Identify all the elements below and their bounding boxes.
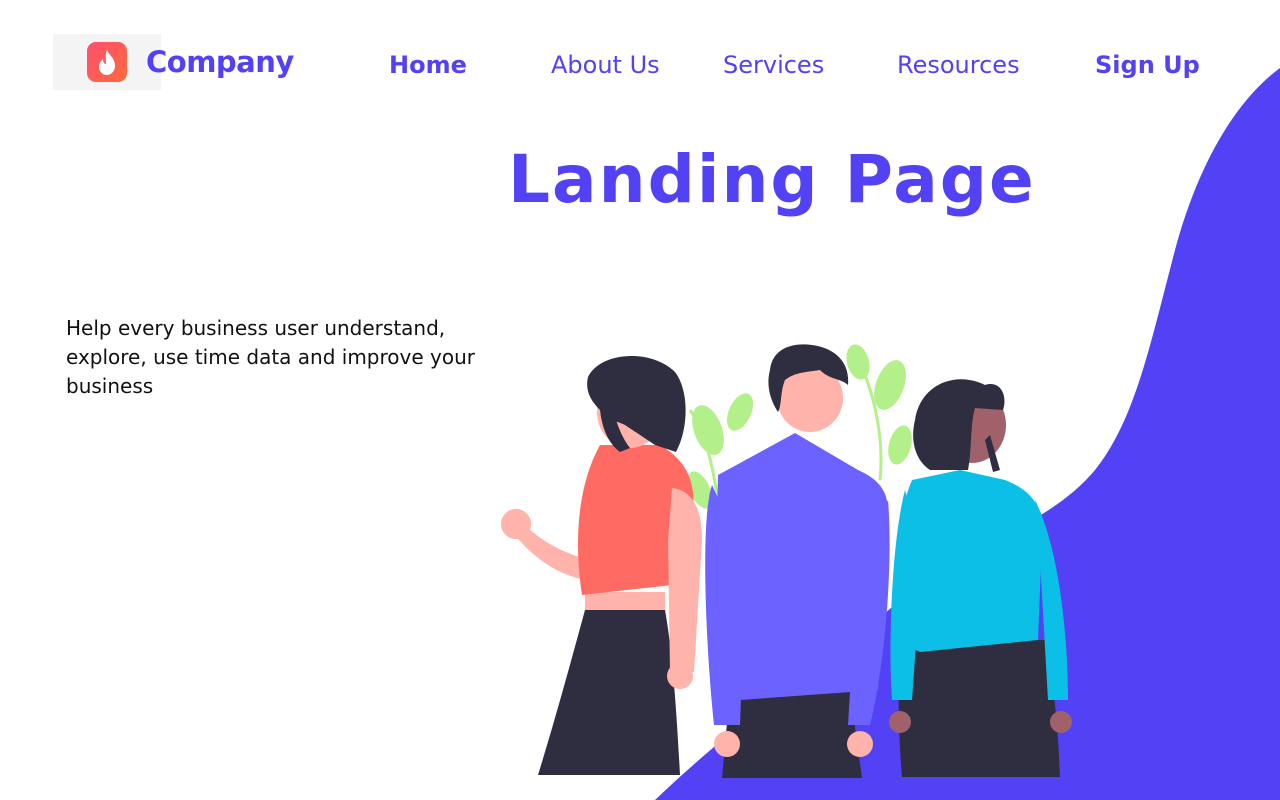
nav-resources[interactable]: Resources — [897, 46, 1020, 84]
person-left — [501, 355, 702, 775]
sign-up-button[interactable]: Sign Up — [1095, 46, 1200, 84]
brand-name[interactable]: Company — [146, 42, 294, 82]
landing-page: Company Home About Us Services Resources… — [0, 0, 1280, 800]
nav-about-us[interactable]: About Us — [551, 46, 660, 84]
person-right — [889, 379, 1072, 777]
flame-icon[interactable] — [87, 42, 127, 82]
hero-title: Landing Page — [508, 141, 1036, 218]
nav-services[interactable]: Services — [723, 46, 824, 84]
hero-description: Help every business user understand, exp… — [66, 316, 475, 398]
three-people-illustration — [501, 344, 1072, 778]
nav-home[interactable]: Home — [389, 46, 467, 84]
